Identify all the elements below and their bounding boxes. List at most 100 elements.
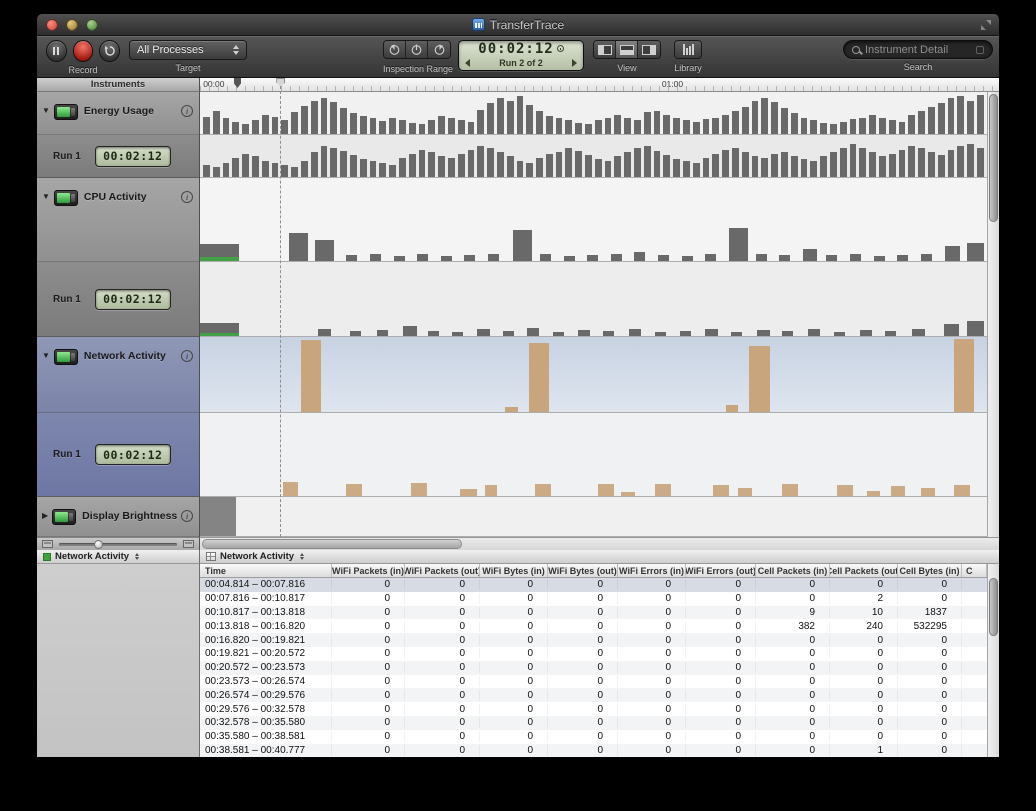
- title-bar[interactable]: TransferTrace: [37, 14, 999, 36]
- detail-view-header[interactable]: Network Activity: [200, 550, 999, 564]
- track-size-slider[interactable]: [59, 543, 177, 546]
- table-row[interactable]: 00:23.573 – 00:26.574000000000: [200, 675, 987, 689]
- table-view-icon: [206, 552, 216, 561]
- run-time-lcd: 00:02:12: [95, 444, 171, 465]
- chart-bar: [468, 150, 475, 177]
- search-placeholder: Instrument Detail: [865, 44, 948, 56]
- sidebar-track-display-brightness[interactable]: ▶Display Brightnessi: [37, 497, 199, 537]
- table-row[interactable]: 00:19.821 – 00:20.572000000000: [200, 647, 987, 661]
- instrument-name: Network Activity: [84, 350, 166, 362]
- inspection-range-end-button[interactable]: [428, 41, 450, 58]
- column-header-wifi-errors-in-[interactable]: WiFi Errors (in): [618, 564, 686, 577]
- sidebar-track-cpu-activity[interactable]: ▼CPU Activityi: [37, 178, 199, 262]
- scrollbar-thumb[interactable]: [989, 578, 998, 636]
- info-icon[interactable]: i: [181, 350, 193, 362]
- search-input[interactable]: Instrument Detail: [843, 40, 993, 59]
- disclosure-triangle[interactable]: ▼: [42, 192, 50, 201]
- minimize-button[interactable]: [66, 19, 78, 31]
- scrollbar-thumb[interactable]: [989, 94, 998, 222]
- info-icon[interactable]: i: [181, 105, 193, 117]
- disclosure-triangle[interactable]: ▶: [42, 511, 48, 520]
- info-icon[interactable]: i: [181, 191, 193, 203]
- table-row[interactable]: 00:32.578 – 00:35.580000000000: [200, 716, 987, 730]
- library-button[interactable]: [675, 41, 701, 58]
- lane-cpu-activity-run[interactable]: [200, 262, 987, 337]
- sidebar-run-energy-usage[interactable]: Run 100:02:12: [37, 135, 199, 178]
- target-dropdown[interactable]: All Processes: [129, 40, 247, 60]
- instrument-icon: [54, 104, 78, 120]
- view-bottom-pane-button[interactable]: [616, 41, 638, 58]
- table-row[interactable]: 00:29.576 – 00:32.578000000000: [200, 702, 987, 716]
- chart-bar: [213, 167, 220, 177]
- timeline-horizontal-scrollbar[interactable]: [200, 537, 999, 550]
- column-header-time[interactable]: Time: [200, 564, 332, 577]
- detail-instrument-selector[interactable]: Network Activity: [37, 550, 200, 564]
- record-button[interactable]: [73, 40, 94, 62]
- lane-display-brightness-instrument[interactable]: [200, 497, 987, 537]
- instruments-header: Instruments: [37, 78, 200, 92]
- zoom-button[interactable]: [86, 19, 98, 31]
- column-header-wifi-bytes-in-[interactable]: WiFi Bytes (in): [480, 564, 548, 577]
- column-header-wifi-bytes-out-[interactable]: WiFi Bytes (out): [548, 564, 618, 577]
- column-header-wifi-packets-in-[interactable]: WiFi Packets (in): [332, 564, 405, 577]
- chart-bar: [803, 249, 817, 261]
- column-header-cell-packets-in-[interactable]: Cell Packets (in): [756, 564, 830, 577]
- table-row[interactable]: 00:35.580 – 00:38.581000000000: [200, 730, 987, 744]
- inspection-range-start-button[interactable]: [384, 41, 406, 58]
- sidebar-track-energy-usage[interactable]: ▼Energy Usagei: [37, 92, 199, 135]
- lane-cpu-activity-instrument[interactable]: [200, 178, 987, 262]
- fullscreen-icon[interactable]: [981, 20, 991, 30]
- column-header-cell-packets-out-[interactable]: Cell Packets (out): [830, 564, 898, 577]
- table-vertical-scrollbar[interactable]: [987, 564, 999, 757]
- next-run-button[interactable]: [572, 59, 577, 67]
- table-row[interactable]: 00:16.820 – 00:19.821000000000: [200, 633, 987, 647]
- lane-energy-usage-instrument[interactable]: [200, 92, 987, 135]
- lane-network-activity-run[interactable]: [200, 413, 987, 497]
- table-row[interactable]: 00:04.814 – 00:07.816000000000: [200, 578, 987, 592]
- lane-energy-usage-run[interactable]: [200, 135, 987, 178]
- sidebar-run-cpu-activity[interactable]: Run 100:02:12: [37, 262, 199, 337]
- search-scope-icon[interactable]: [976, 46, 984, 54]
- previous-run-button[interactable]: [465, 59, 470, 67]
- playhead-line[interactable]: [280, 86, 281, 537]
- info-icon[interactable]: i: [181, 510, 193, 522]
- small-track-icon[interactable]: [42, 540, 53, 548]
- scrollbar-thumb[interactable]: [202, 539, 462, 549]
- cell-value: 0: [898, 579, 962, 590]
- column-header-wifi-packets-out-[interactable]: WiFi Packets (out): [405, 564, 480, 577]
- column-header-cell-bytes-in-[interactable]: Cell Bytes (in): [898, 564, 962, 577]
- chart-bar: [321, 146, 328, 178]
- timeline-ruler[interactable]: 00:0001:00: [200, 78, 999, 92]
- lane-network-activity-instrument[interactable]: [200, 337, 987, 413]
- time-mode-icon[interactable]: [557, 45, 564, 52]
- close-button[interactable]: [46, 19, 58, 31]
- view-right-pane-button[interactable]: [638, 41, 660, 58]
- view-left-pane-button[interactable]: [594, 41, 616, 58]
- table-row[interactable]: 00:20.572 – 00:23.573000000000: [200, 661, 987, 675]
- disclosure-triangle[interactable]: ▼: [42, 106, 50, 115]
- slider-knob[interactable]: [94, 540, 103, 549]
- table-row[interactable]: 00:10.817 – 00:13.8180000009101837: [200, 606, 987, 620]
- loop-button[interactable]: [99, 40, 120, 62]
- table-row[interactable]: 00:26.574 – 00:29.576000000000: [200, 688, 987, 702]
- cell-value: 0: [686, 593, 756, 604]
- inspection-range-clear-button[interactable]: [406, 41, 428, 58]
- large-track-icon[interactable]: [183, 540, 194, 548]
- chart-bar: [438, 116, 445, 134]
- column-header-wifi-errors-out-[interactable]: WiFi Errors (out): [686, 564, 756, 577]
- cell-value: 0: [898, 648, 962, 659]
- table-row[interactable]: 00:13.818 – 00:16.820000000382240532295: [200, 619, 987, 633]
- column-header-c[interactable]: C: [962, 564, 987, 577]
- chart-bar: [360, 116, 367, 134]
- sidebar-track-network-activity[interactable]: ▼ Network Activity i: [37, 337, 199, 413]
- chart-bar: [801, 159, 808, 177]
- cell-value: 0: [898, 676, 962, 687]
- table-row[interactable]: 00:38.581 – 00:40.777000000010: [200, 744, 987, 757]
- table-row[interactable]: 00:07.816 – 00:10.817000000020: [200, 592, 987, 606]
- timeline-vertical-scrollbar[interactable]: [987, 92, 999, 537]
- chart-bar: [967, 101, 974, 134]
- cell-time: 00:07.816 – 00:10.817: [200, 593, 332, 604]
- sidebar-run-network-activity[interactable]: Run 100:02:12: [37, 413, 199, 497]
- disclosure-triangle[interactable]: ▼: [42, 351, 50, 360]
- pause-button[interactable]: [46, 40, 67, 62]
